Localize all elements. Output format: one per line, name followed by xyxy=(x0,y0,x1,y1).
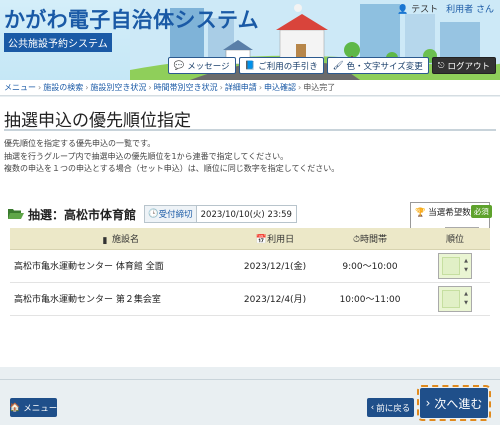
chevron-left-icon: ‹ xyxy=(370,402,375,413)
header: かがわ電子自治体システム 公共施設予約システム 👤 テスト 利用者 さん 💬 メ… xyxy=(0,0,500,80)
title-divider xyxy=(4,129,496,131)
priority-input[interactable]: ▲ ▼ xyxy=(438,285,472,312)
col-priority: 順位 xyxy=(420,228,490,250)
clock-icon: 🕒 xyxy=(148,209,159,219)
message-button[interactable]: 💬 メッセージ xyxy=(167,57,236,74)
page-description: 優先順位を指定する優先申込の一覧です。 抽選を行うグループ内で抽選申込の優先順位… xyxy=(4,139,340,173)
row-time: 10:00～11:00 xyxy=(320,282,420,316)
logout-button[interactable]: ⎋ ログアウト xyxy=(431,57,496,74)
row-date: 2023/12/1(金) xyxy=(230,249,320,283)
logout-icon: ⎋ xyxy=(437,60,445,71)
facility-name: 抽選：高松市体育館 xyxy=(28,207,137,222)
book-icon: 📘 xyxy=(244,60,256,71)
spin-up-icon: ▲ xyxy=(464,290,468,297)
page-title: 抽選申込の優先順位指定 xyxy=(4,111,191,131)
breadcrumb-complete: 申込完了 xyxy=(303,83,336,92)
breadcrumb: メニュー › 施設の検索 › 施設別空き状況 › 時間帯別空き状況 › 詳細申請 › 申込… xyxy=(0,80,500,96)
priority-table: ▮ 施設名 📅利用日 ⏱時間帯 順位 高松市亀水運動センター 体育館 全面 202… xyxy=(10,228,490,316)
accept-deadline: 🕒 受付締切 2023/10/10(火) 23:59 xyxy=(144,205,297,223)
trophy-icon: 🏆 xyxy=(415,207,426,218)
test-label: 👤 テスト xyxy=(397,5,439,15)
chevron-right-icon: › xyxy=(425,396,431,410)
calendar-icon: 📅 xyxy=(255,234,268,245)
required-badge: 必須 xyxy=(470,205,492,218)
row-time: 9:00～10:00 xyxy=(320,249,420,283)
display-settings-button[interactable]: 🖌 色・文字サイズ変更 xyxy=(326,57,429,74)
col-facility: ▮ 施設名 xyxy=(10,228,230,250)
system-title: かがわ電子自治体システム xyxy=(4,8,259,32)
priority-input[interactable]: ▲ ▼ xyxy=(438,252,472,279)
main-content: 抽選申込の優先順位指定 優先順位を指定する優先申込の一覧です。 抽選を行うグルー… xyxy=(0,97,500,367)
person-icon: 👤 xyxy=(397,5,409,15)
spin-down-icon: ▼ xyxy=(464,266,468,273)
back-button[interactable]: ‹ 前に戻る xyxy=(367,398,414,417)
facility-row: 抽選：高松市体育館 🕒 受付締切 2023/10/10(火) 23:59 xyxy=(8,205,297,223)
breadcrumb-menu[interactable]: メニュー xyxy=(4,82,36,93)
breadcrumb-facility-availability[interactable]: 施設別空き状況 xyxy=(90,82,146,93)
accept-deadline-value: 2023/10/10(火) 23:59 xyxy=(200,210,292,220)
breadcrumb-confirm[interactable]: 申込確認 xyxy=(264,82,296,93)
table-row: 高松市亀水運動センター 体育館 全面 2023/12/1(金) 9:00～10:… xyxy=(10,249,490,283)
brush-icon: 🖌 xyxy=(332,60,344,71)
table-row: 高松市亀水運動センター 第２集会室 2023/12/4(月) 10:00～11:… xyxy=(10,282,490,316)
row-facility: 高松市亀水運動センター 体育館 全面 xyxy=(10,249,230,283)
win-count-label: 🏆 当選希望数 xyxy=(415,207,471,218)
home-icon: 🏠 xyxy=(9,402,21,413)
col-time: ⏱時間帯 xyxy=(320,228,420,250)
building-icon: ▮ xyxy=(102,235,108,246)
breadcrumb-search[interactable]: 施設の検索 xyxy=(43,82,83,93)
row-facility: 高松市亀水運動センター 第２集会室 xyxy=(10,282,230,316)
guide-button[interactable]: 📘 ご利用の手引き xyxy=(238,57,324,74)
folder-open-icon xyxy=(8,209,24,219)
message-icon: 💬 xyxy=(173,60,185,71)
user-area: 👤 テスト 利用者 さん xyxy=(397,2,494,15)
spin-up-icon: ▲ xyxy=(464,257,468,264)
breadcrumb-detail[interactable]: 詳細申請 xyxy=(225,82,257,93)
breadcrumb-time-availability[interactable]: 時間帯別空き状況 xyxy=(154,82,218,93)
menu-button[interactable]: 🏠 メニュー xyxy=(10,398,57,417)
spin-down-icon: ▼ xyxy=(464,299,468,306)
user-name: 利用者 さん xyxy=(446,5,494,15)
system-subtitle: 公共施設予約システム xyxy=(4,33,112,52)
clock-icon: ⏱ xyxy=(352,234,360,245)
next-button[interactable]: › 次へ進む xyxy=(417,385,491,421)
header-buttons: 💬 メッセージ 📘 ご利用の手引き 🖌 色・文字サイズ変更 ⎋ ログアウト xyxy=(167,57,496,74)
footer: 🏠 メニュー ‹ 前に戻る › 次へ進む xyxy=(0,367,500,425)
row-date: 2023/12/4(月) xyxy=(230,282,320,316)
col-date: 📅利用日 xyxy=(230,228,320,250)
